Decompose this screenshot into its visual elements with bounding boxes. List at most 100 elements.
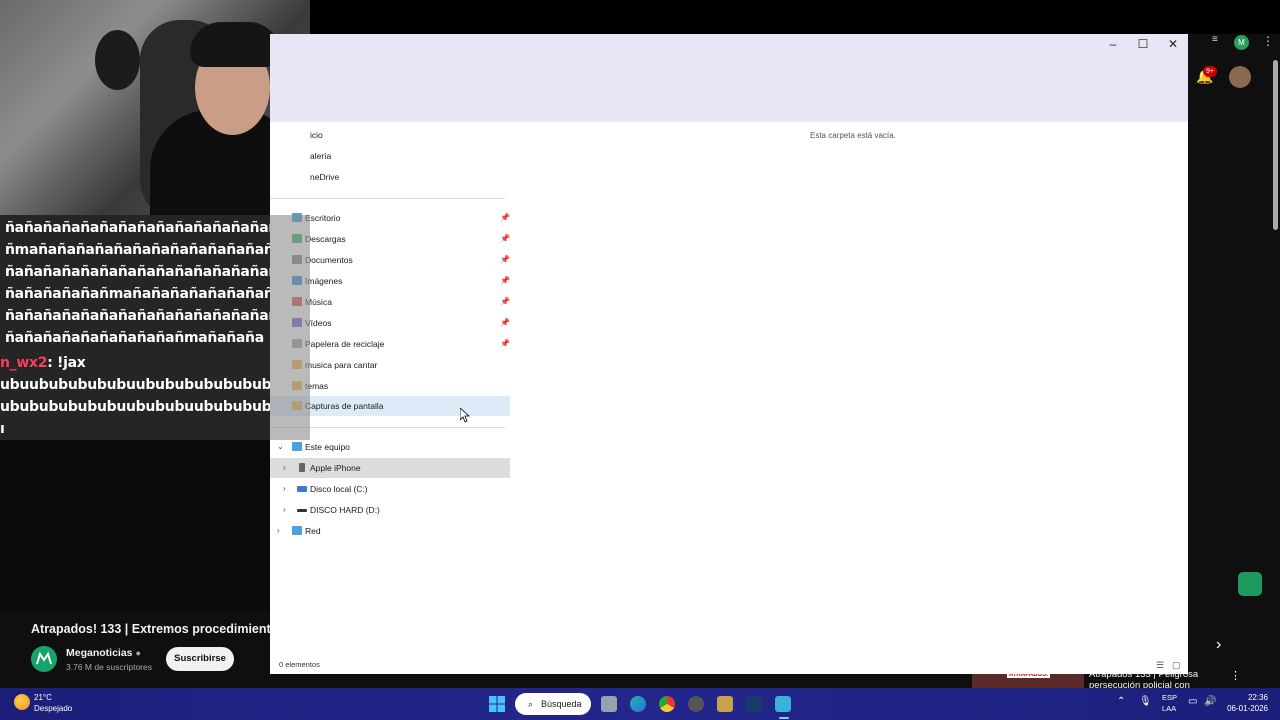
chat-overlay-edge [270, 215, 310, 440]
tree-red[interactable]: › Red [270, 521, 510, 541]
verified-icon: ● [135, 648, 141, 658]
youtube-right-panel [1188, 34, 1280, 674]
chevron-right-icon[interactable]: › [277, 521, 280, 541]
divider [270, 198, 505, 199]
nav-item-label: icio [310, 130, 323, 140]
pin-icon[interactable]: 📌 [500, 271, 510, 291]
tree-disco-local[interactable]: › Disco local (C:) [270, 479, 510, 499]
drive-icon [297, 486, 307, 492]
nav-item-label: musica para cantar [305, 360, 378, 370]
maximize-button[interactable]: ☐ [1128, 34, 1158, 54]
tree-este-equipo[interactable]: ⌄ Este equipo [270, 437, 510, 457]
drive-icon [297, 509, 307, 512]
nav-item-label: neDrive [310, 172, 340, 182]
chat-line: ı [0, 421, 5, 437]
chevron-right-icon[interactable]: › [283, 458, 286, 478]
task-view-icon[interactable] [601, 696, 617, 712]
chrome-icon[interactable] [659, 696, 675, 712]
channel-name-text: Meganoticias [66, 647, 133, 659]
language-code[interactable]: ESP [1162, 693, 1177, 702]
chat-overlay: ñañañañañañañañañañañañañañañañañaña ñma… [0, 215, 344, 440]
channel-watermark-icon[interactable] [1238, 572, 1262, 596]
pin-icon[interactable]: 📌 [500, 292, 510, 312]
channel-name[interactable]: Meganoticias ● [66, 647, 141, 659]
next-arrow-icon[interactable]: › [1216, 636, 1221, 654]
keyboard-layout[interactable]: LAA [1162, 704, 1176, 713]
recommended-thumbnail[interactable]: ATRAPADOS! [972, 672, 1084, 688]
network-icon [292, 526, 302, 535]
playlist-icon[interactable]: ≡ [1212, 34, 1218, 45]
nav-item-label: Documentos [305, 255, 353, 265]
clock-date[interactable]: 06-01-2026 [1220, 704, 1268, 713]
volume-icon[interactable]: 🔊 [1204, 696, 1216, 707]
nav-item-galeria[interactable]: alería [270, 146, 510, 166]
tree-apple-iphone[interactable]: › Apple iPhone [270, 458, 510, 478]
obs-icon[interactable] [688, 696, 704, 712]
chevron-right-icon[interactable]: › [283, 479, 286, 499]
minimize-button[interactable]: – [1098, 34, 1128, 54]
details-view-icon[interactable]: ☰ [1156, 660, 1164, 671]
taskbar: 21°C Despejado ⌕ Búsqueda ⌃ 🎙 ESP LAA ▭ 🔊… [0, 688, 1280, 720]
chat-line: ñañañañañañañañañañmañañaña [5, 330, 264, 346]
close-button[interactable]: ✕ [1158, 34, 1188, 54]
more-options-icon[interactable]: ⋮ [1262, 34, 1274, 48]
phone-icon [299, 463, 305, 472]
clock-time[interactable]: 22:36 [1226, 693, 1268, 702]
chat-message: n_wx2: !jax [0, 355, 86, 371]
notification-badge: 9+ [1203, 66, 1217, 77]
steam-icon[interactable] [746, 696, 762, 712]
microphone-icon[interactable]: 🎙 [1139, 696, 1152, 707]
mouse-cursor-icon [460, 408, 470, 423]
explorer-header: – ☐ ✕ [270, 34, 1188, 122]
nav-item-label: Capturas de pantalla [305, 401, 384, 411]
chat-message-text: : !jax [47, 355, 86, 371]
chat-username: n_wx2 [0, 355, 48, 371]
nav-item-label: Papelera de reciclaje [305, 339, 385, 349]
empty-folder-message: Esta carpeta está vacía. [810, 131, 896, 140]
status-item-count: 0 elementos [279, 660, 320, 669]
chevron-down-icon[interactable]: ⌄ [277, 437, 284, 457]
chat-line: ubuubububububuubububububububub [0, 377, 291, 393]
search-icon: ⌕ [528, 699, 534, 709]
tiles-view-icon[interactable]: ▢ [1172, 660, 1181, 671]
chat-line: ububububububuubububuubububububu [0, 399, 301, 415]
channel-avatar[interactable] [31, 646, 57, 672]
subscribe-button[interactable]: Suscribirse [166, 647, 234, 671]
pin-icon[interactable]: 📌 [500, 313, 510, 333]
tree-label: Disco local (C:) [310, 484, 368, 494]
tree-label: Apple iPhone [310, 463, 361, 473]
computer-icon [292, 442, 302, 451]
start-button-icon[interactable] [489, 696, 505, 712]
temperature[interactable]: 21°C [34, 693, 52, 702]
nav-item-label: Imágenes [305, 276, 343, 286]
user-avatar[interactable] [1229, 66, 1251, 88]
taskbar-search[interactable]: ⌕ Búsqueda [515, 693, 591, 715]
video-title[interactable]: Atrapados! 133 | Extremos procedimient [31, 622, 271, 636]
pin-icon[interactable]: 📌 [500, 208, 510, 228]
weather-status[interactable]: Despejado [34, 704, 72, 713]
chevron-right-icon[interactable]: › [283, 500, 286, 520]
search-label: Búsqueda [541, 699, 582, 709]
file-explorer-taskbar-icon[interactable] [775, 696, 791, 712]
pin-icon[interactable]: 📌 [500, 334, 510, 354]
weather-icon[interactable] [14, 694, 30, 710]
tree-disco-hard[interactable]: › DISCO HARD (D:) [270, 500, 510, 520]
tree-label: Este equipo [305, 442, 350, 452]
recommended-more-icon[interactable]: ⋮ [1230, 669, 1241, 682]
nav-item-label: Escritorio [305, 213, 341, 223]
nav-item-label: Descargas [305, 234, 346, 244]
tree-label: DISCO HARD (D:) [310, 505, 380, 515]
webcam-overlay [0, 0, 310, 215]
nav-item-inicio[interactable]: icio [270, 125, 510, 145]
network-icon[interactable]: ▭ [1188, 696, 1197, 707]
edge-browser-icon[interactable] [630, 696, 646, 712]
pin-icon[interactable]: 📌 [500, 250, 510, 270]
profile-badge[interactable]: M [1234, 35, 1249, 50]
nav-item-onedrive[interactable]: neDrive [270, 167, 510, 187]
system-tray-chevron-icon[interactable]: ⌃ [1117, 696, 1125, 707]
app-icon[interactable] [717, 696, 733, 712]
pin-icon[interactable]: 📌 [500, 229, 510, 249]
scrollbar[interactable] [1273, 60, 1278, 230]
nav-item-label: alería [310, 151, 332, 161]
subscriber-count: 3.76 M de suscriptores [66, 662, 152, 672]
